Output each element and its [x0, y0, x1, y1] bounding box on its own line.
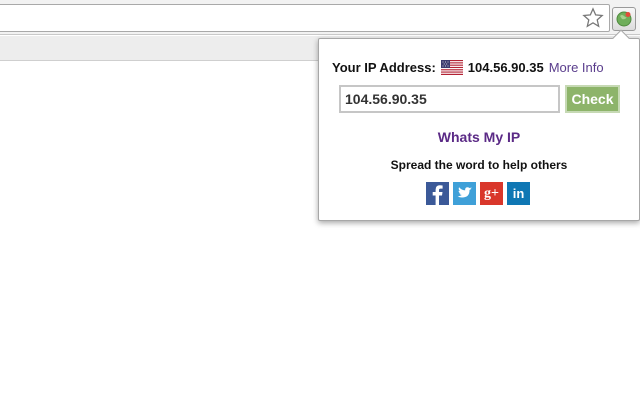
- google-plus-icon: g+: [484, 185, 499, 201]
- ip-address-label: Your IP Address:: [332, 59, 436, 75]
- check-button[interactable]: Check: [565, 85, 620, 113]
- whats-my-ip-popup: Your IP Address: 104.56.90.35 More Info …: [318, 29, 640, 221]
- linkedin-icon: in: [512, 186, 525, 201]
- more-info-link[interactable]: More Info: [549, 60, 604, 75]
- browser-toolbar: [0, 0, 640, 35]
- globe-icon: [616, 11, 632, 27]
- us-flag-icon: [440, 59, 463, 75]
- google-plus-share-button[interactable]: g+: [480, 182, 503, 205]
- linkedin-share-button[interactable]: in: [507, 182, 530, 205]
- social-share-buttons: g+ in: [426, 182, 530, 205]
- twitter-share-button[interactable]: [453, 182, 476, 205]
- facebook-share-button[interactable]: [426, 182, 449, 205]
- browser-window: Your IP Address: 104.56.90.35 More Info …: [0, 0, 640, 400]
- twitter-icon: [457, 187, 472, 198]
- ip-address-row: Your IP Address: 104.56.90.35 More Info: [332, 57, 604, 77]
- spread-the-word-text: Spread the word to help others: [390, 158, 568, 172]
- bookmark-star-icon[interactable]: [582, 7, 604, 29]
- whats-my-ip-link[interactable]: Whats My IP: [319, 129, 639, 145]
- extension-button[interactable]: [612, 7, 636, 31]
- facebook-icon: [432, 185, 443, 205]
- ip-address-value: 104.56.90.35: [467, 59, 544, 75]
- ip-input-field[interactable]: [339, 85, 560, 113]
- address-bar[interactable]: [0, 4, 610, 32]
